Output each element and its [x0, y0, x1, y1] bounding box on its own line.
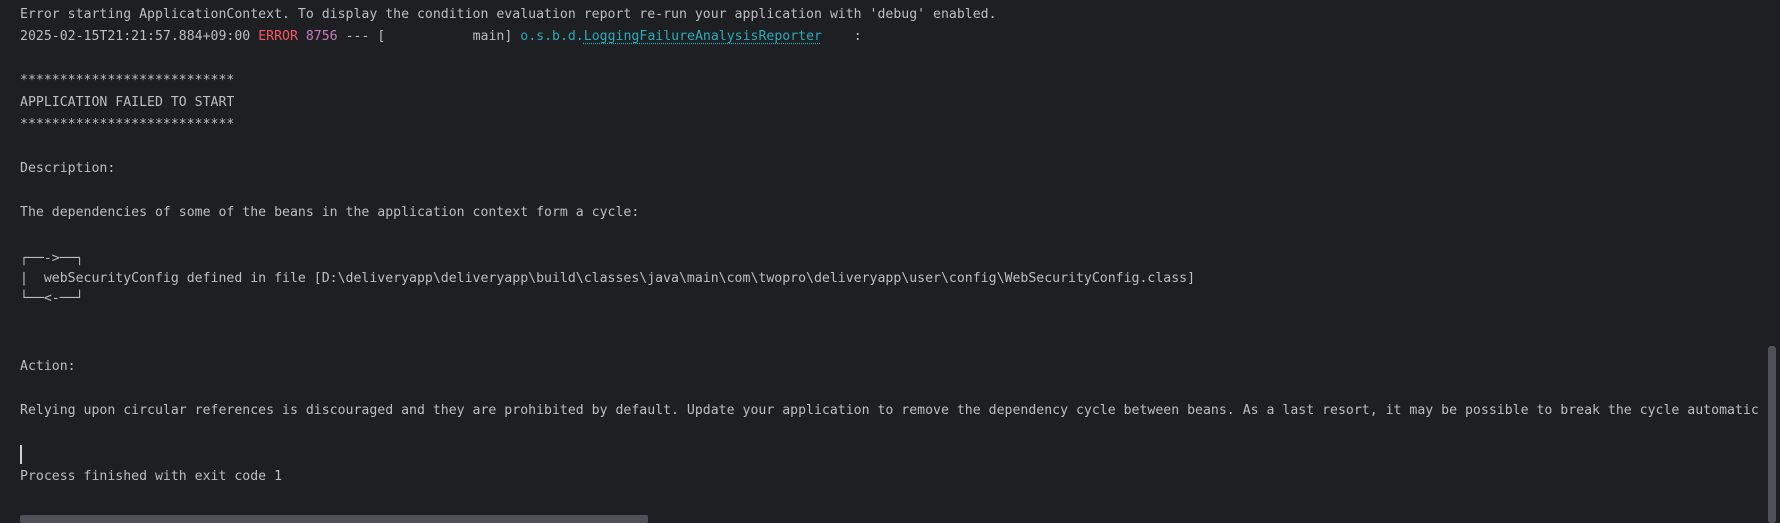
cycle-diagram-top: ┌──->──┐: [20, 251, 84, 266]
log-colon: :: [853, 29, 862, 44]
exit-code-line: Process finished with exit code 1: [20, 469, 283, 484]
console-output[interactable]: Error starting ApplicationContext. To di…: [0, 0, 1780, 523]
log-level: ERROR: [258, 29, 298, 44]
error-starting-line: Error starting ApplicationContext. To di…: [20, 7, 997, 22]
text-cursor: [20, 445, 22, 464]
logger-prefix: o.s.b.d.: [520, 29, 584, 44]
log-thread: --- [ main]: [345, 29, 513, 44]
horizontal-scrollbar[interactable]: [20, 515, 648, 523]
action-text: Relying upon circular references is disc…: [20, 403, 1759, 418]
description-text: The dependencies of some of the beans in…: [20, 205, 640, 220]
logger-class-link[interactable]: LoggingFailureAnalysisReporter: [584, 29, 822, 44]
cycle-diagram-bean: | webSecurityConfig defined in file [D:\…: [20, 271, 1196, 286]
vertical-scrollbar[interactable]: [1768, 346, 1776, 523]
cycle-diagram-bottom: └──<-──┘: [20, 291, 84, 306]
stars-bottom: ***************************: [20, 117, 235, 132]
log-pid: 8756: [305, 29, 338, 44]
failure-banner: APPLICATION FAILED TO START: [20, 95, 235, 110]
stars-top: ***************************: [20, 73, 235, 88]
log-entry-line: 2025-02-15T21:21:57.884+09:00 ERROR 8756…: [20, 27, 862, 47]
description-label: Description:: [20, 161, 116, 176]
action-label: Action:: [20, 359, 76, 374]
log-timestamp: 2025-02-15T21:21:57.884+09:00: [20, 29, 251, 44]
